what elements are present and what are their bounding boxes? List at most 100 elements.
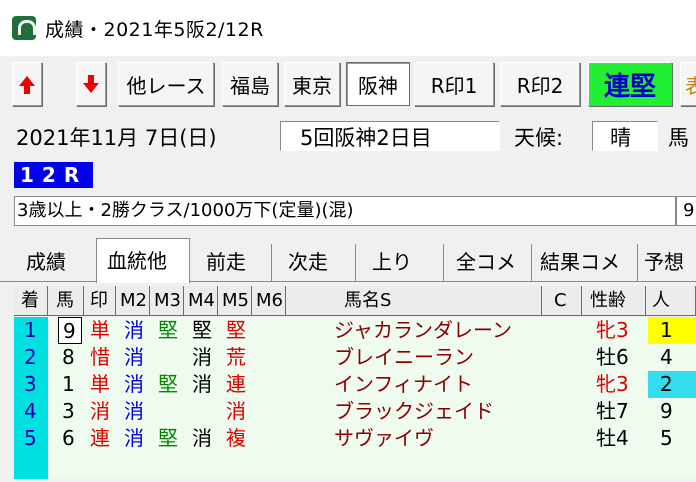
col-header-m6[interactable]: M6 (252, 286, 286, 316)
popularity-cell: 2 (648, 371, 696, 398)
m4-cell: 堅 (192, 318, 212, 342)
m5-cell: 荒 (226, 345, 246, 369)
tab-result-comments[interactable]: 結果コメ (534, 244, 638, 282)
table-row[interactable]: 5 6 連 消 堅 消 複 サヴァイヴ 牡4 5 (14, 425, 696, 452)
popularity-cell: 9 (660, 399, 673, 423)
horse-no-cell: 8 (62, 345, 75, 369)
m2-cell: 消 (124, 318, 144, 342)
race-number-badge: 12R (14, 162, 94, 188)
track-label: 馬 (668, 126, 689, 150)
col-header-rank[interactable]: 着 (14, 286, 48, 316)
table-row[interactable]: 1 9 単 消 堅 堅 堅 ジャカランダレーン 牝3 1 (14, 317, 696, 344)
mark-cell: 惜 (90, 345, 110, 369)
prev-race-button[interactable] (12, 62, 42, 106)
horse-name-cell[interactable]: ジャカランダレーン (334, 317, 512, 344)
cut-off-button[interactable]: 表 (680, 62, 696, 106)
horse-name-cell[interactable]: ブラックジェイド (334, 398, 494, 425)
tab-last-3f[interactable]: 上り (358, 244, 444, 282)
arrow-up-icon (19, 76, 35, 94)
renken-button[interactable]: 連堅 (588, 62, 672, 106)
m3-cell: 堅 (158, 318, 178, 342)
col-header-m2[interactable]: M2 (116, 286, 150, 316)
rank-cell: 1 (14, 317, 48, 344)
m4-cell: 消 (192, 372, 212, 396)
mark-cell: 消 (90, 399, 110, 423)
mark-cell: 連 (90, 426, 110, 450)
venue-fukushima-button[interactable]: 福島 (222, 62, 278, 106)
weather-label: 天候: (514, 126, 564, 150)
race-class-extra: 9 (676, 196, 696, 226)
popularity-cell: 1 (648, 317, 696, 344)
rank-cell: 5 (14, 425, 48, 452)
col-header-sex-age[interactable]: 性齢 (582, 286, 646, 316)
m5-cell: 堅 (226, 318, 246, 342)
app-logo-icon (12, 16, 36, 40)
rank-cell: 4 (14, 398, 48, 425)
popularity-cell: 4 (660, 345, 673, 369)
next-race-button[interactable] (76, 62, 106, 106)
m2-cell: 消 (124, 399, 144, 423)
sex-age-cell: 牝3 (596, 372, 629, 396)
sex-age-cell: 牡4 (596, 426, 629, 450)
m5-cell: 消 (226, 399, 246, 423)
meeting-label: 5回阪神2日目 (300, 126, 432, 150)
col-header-m5[interactable]: M5 (218, 286, 252, 316)
weather-value: 晴 (610, 126, 631, 150)
sex-age-cell: 牡7 (596, 399, 629, 423)
m5-cell: 複 (226, 426, 246, 450)
table-row[interactable]: 2 8 惜 消 消 荒 ブレイニーラン 牡6 4 (14, 344, 696, 371)
row-background (48, 452, 696, 479)
col-header-horse-name[interactable]: 馬名S (286, 286, 542, 316)
title-bar: 成績・2021年5阪2/12R (0, 0, 696, 56)
other-race-button[interactable]: 他レース (118, 62, 214, 106)
horse-no-cell: 3 (62, 399, 75, 423)
r-mark2-button[interactable]: R印2 (500, 62, 580, 106)
table-row[interactable]: 3 1 単 消 堅 消 連 インフィナイト 牝3 2 (14, 371, 696, 398)
horse-no-cell: 6 (62, 426, 75, 450)
race-date: 2021年11月 7日(日) (16, 126, 217, 150)
mark-cell: 単 (90, 372, 110, 396)
col-header-popularity[interactable]: 人 (646, 286, 696, 316)
m3-cell: 堅 (158, 372, 178, 396)
horse-no-cell: 1 (62, 372, 75, 396)
results-table: 着 馬 印 M2 M3 M4 M5 M6 馬名S C 性齢 人 1 9 単 消 … (14, 286, 696, 482)
tab-bar: 成績 血統他 前走 次走 上り 全コメ 結果コメ 予想 (0, 238, 696, 283)
horse-name-cell[interactable]: サヴァイヴ (334, 425, 434, 452)
col-header-horse-no[interactable]: 馬 (48, 286, 84, 316)
tab-results[interactable]: 成績 (26, 244, 92, 282)
m5-cell: 連 (226, 372, 246, 396)
venue-tokyo-button[interactable]: 東京 (284, 62, 340, 106)
m4-cell: 消 (192, 426, 212, 450)
arrow-down-icon (83, 75, 99, 93)
venue-hanshin-button[interactable]: 阪神 (346, 62, 410, 106)
col-header-c[interactable]: C (542, 286, 582, 316)
tab-next-race[interactable]: 次走 (274, 244, 356, 282)
m3-cell: 堅 (158, 426, 178, 450)
tab-all-comments[interactable]: 全コメ (446, 244, 532, 282)
horse-name-cell[interactable]: インフィナイト (334, 371, 473, 398)
tab-prediction[interactable]: 予想 (640, 244, 696, 282)
m2-cell: 消 (124, 372, 144, 396)
col-header-m3[interactable]: M3 (150, 286, 184, 316)
table-row-partial (14, 452, 696, 479)
rank-cell: 2 (14, 344, 48, 371)
toolbar: 他レース 福島 東京 阪神 R印1 R印2 連堅 表 (0, 56, 696, 114)
horse-no-cell: 9 (58, 317, 82, 344)
col-header-m4[interactable]: M4 (184, 286, 218, 316)
tab-pedigree[interactable]: 血統他 (96, 238, 190, 283)
race-info-row: 2021年11月 7日(日) 5回阪神2日目 天候: 晴 馬 (0, 118, 696, 154)
col-header-mark[interactable]: 印 (84, 286, 116, 316)
horse-name-cell[interactable]: ブレイニーラン (334, 344, 474, 371)
table-row[interactable]: 4 3 消 消 消 ブラックジェイド 牡7 9 (14, 398, 696, 425)
rank-cell: 3 (14, 371, 48, 398)
m2-cell: 消 (124, 345, 144, 369)
mark-cell: 単 (90, 318, 110, 342)
sex-age-cell: 牡6 (596, 345, 629, 369)
window-title: 成績・2021年5阪2/12R (45, 18, 264, 41)
popularity-cell: 5 (660, 426, 673, 450)
m4-cell: 消 (192, 345, 212, 369)
m2-cell: 消 (124, 426, 144, 450)
tab-prev-race[interactable]: 前走 (196, 244, 272, 282)
sex-age-cell: 牝3 (596, 318, 629, 342)
r-mark1-button[interactable]: R印1 (414, 62, 494, 106)
